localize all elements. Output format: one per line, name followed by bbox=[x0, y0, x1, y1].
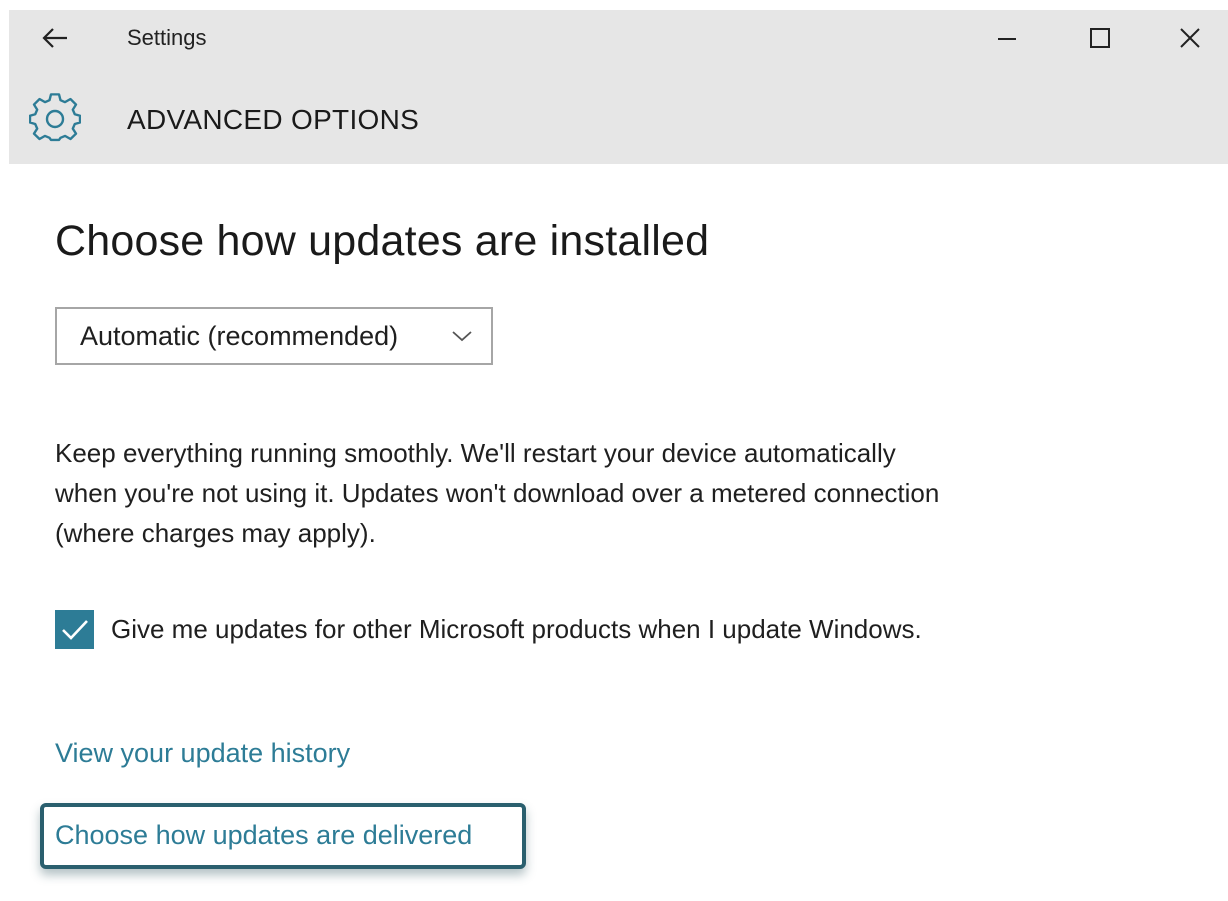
back-arrow-icon bbox=[42, 28, 67, 48]
minimize-button[interactable] bbox=[984, 16, 1030, 60]
minimize-icon bbox=[998, 38, 1016, 40]
back-button[interactable] bbox=[34, 18, 76, 58]
section-title: ADVANCED OPTIONS bbox=[127, 104, 420, 135]
install-mode-dropdown[interactable]: Automatic (recommended) bbox=[55, 307, 493, 365]
install-mode-selected: Automatic (recommended) bbox=[80, 320, 399, 351]
update-history-link[interactable]: View your update history bbox=[55, 738, 350, 769]
maximize-button[interactable] bbox=[1077, 16, 1123, 60]
close-icon bbox=[1180, 28, 1200, 48]
delivery-link-focus-frame: Choose how updates are delivered bbox=[40, 803, 526, 869]
gear-icon bbox=[29, 93, 81, 142]
close-button[interactable] bbox=[1167, 16, 1213, 60]
other-products-label[interactable]: Give me updates for other Microsoft prod… bbox=[111, 610, 941, 649]
page-title: Choose how updates are installed bbox=[55, 217, 710, 265]
other-products-checkbox[interactable] bbox=[55, 610, 94, 649]
header-bar: Settings ADVANCED OPTIONS bbox=[9, 10, 1228, 164]
settings-window: Settings ADVANCED OPTIONS Choose how upd… bbox=[0, 0, 1228, 901]
chevron-down-icon bbox=[452, 331, 472, 342]
checkmark-icon bbox=[61, 619, 88, 640]
install-mode-description: Keep everything running smoothly. We'll … bbox=[55, 438, 940, 548]
maximize-icon bbox=[1090, 28, 1110, 48]
update-delivery-link[interactable]: Choose how updates are delivered bbox=[55, 820, 472, 851]
app-title: Settings bbox=[127, 25, 207, 50]
